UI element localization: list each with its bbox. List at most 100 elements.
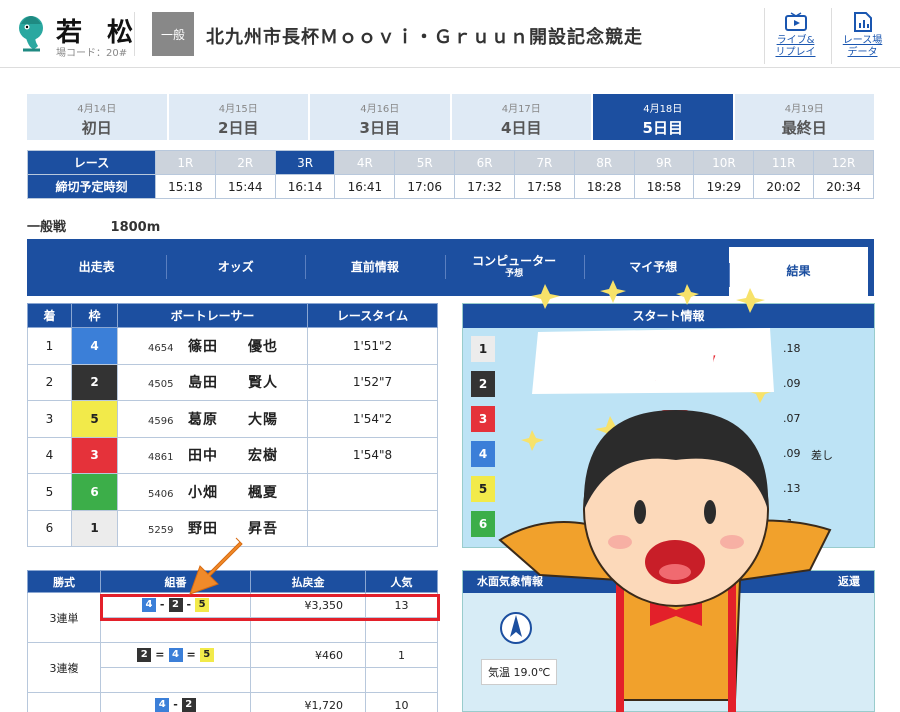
day-tab-1[interactable]: 4月14日初日 bbox=[27, 94, 167, 140]
day-tab-date: 4月19日 bbox=[784, 104, 824, 115]
racer-cell[interactable]: 4861 田中 宏樹 bbox=[117, 436, 308, 474]
start-note: 差し bbox=[811, 449, 833, 462]
results-table: 着 枠 ボートレーサー レースタイム 1 4 4654 篠田 優也 1'51"2 2 2 45… bbox=[27, 303, 438, 547]
race-time bbox=[307, 509, 438, 547]
col-race-time: レースタイム bbox=[307, 303, 438, 328]
nav-tab-label: 直前情報 bbox=[350, 260, 399, 274]
day-tab-4[interactable]: 4月17日 4日目 bbox=[451, 94, 591, 140]
race-title: 北九州市長杯Ｍｏｏｖｉ・Ｇｒｕｕｎ開設記念競走 bbox=[206, 27, 643, 48]
day-tab-2[interactable]: 4月15日 2日目 bbox=[168, 94, 308, 140]
win-highlight-box bbox=[100, 594, 440, 621]
empty-cell bbox=[365, 617, 438, 643]
day-tab-date: 4月15日 bbox=[218, 104, 258, 115]
race-9r-tab[interactable]: 9R bbox=[633, 150, 695, 175]
empty-cell bbox=[250, 617, 366, 643]
header: 若 松 場コード：20# 一般 北九州市長杯Ｍｏｏｖｉ・Ｇｒｕｕｎ開設記念競走 … bbox=[0, 0, 900, 68]
day-tab-5[interactable]: 4月18日 5日目 bbox=[593, 94, 733, 140]
venue-data-button[interactable]: レース場データ bbox=[831, 8, 893, 64]
racer-name: 小畑 楓夏 bbox=[188, 484, 278, 501]
mascot-logo-icon bbox=[19, 16, 43, 52]
combo-frame-chip: 4 bbox=[155, 698, 170, 712]
payout-row: 2連単4-2¥1,72010 bbox=[27, 692, 438, 712]
empty-cell bbox=[100, 667, 251, 693]
racer-registration-number: 4654 bbox=[148, 342, 174, 354]
air-temperature: 気温 19.0℃ bbox=[481, 659, 558, 685]
race-time: 1'54"8 bbox=[307, 436, 438, 474]
race-time: 1'52"7 bbox=[307, 363, 438, 401]
live-replay-label: ライブ&リプレイ bbox=[775, 35, 816, 58]
weather-header: 水面気象情報 返還 bbox=[463, 571, 874, 593]
table-row: 2 2 4505 島田 賢人 1'52"7 bbox=[27, 363, 438, 401]
race-3r-deadline: 16:14 bbox=[274, 174, 336, 199]
col-place: 着 bbox=[27, 303, 72, 328]
race-time: 1'51"2 bbox=[307, 327, 438, 365]
racer-registration-number: 4596 bbox=[148, 415, 174, 427]
race-1r-deadline: 15:18 bbox=[155, 174, 216, 199]
race-5r-tab[interactable]: 5R bbox=[394, 150, 456, 175]
race-2r-deadline: 15:44 bbox=[214, 174, 276, 199]
race-11r-tab[interactable]: 11R bbox=[753, 150, 815, 175]
race-6r-tab[interactable]: 6R bbox=[454, 150, 515, 175]
day-tab-6[interactable]: 4月19日最終日 bbox=[734, 94, 874, 140]
racer-cell[interactable]: 5406 小畑 楓夏 bbox=[117, 473, 308, 511]
table-row: 4 3 4861 田中 宏樹 1'54"8 bbox=[27, 436, 438, 474]
combo-frame-chip: 4 bbox=[168, 648, 183, 662]
race-4r-tab[interactable]: 4R bbox=[334, 150, 396, 175]
race-nav-tabs: 出走表 オッズ 直前情報 コンピューター 予想 マイ予想 結果 bbox=[27, 239, 874, 296]
combo-frame-chip: 2 bbox=[137, 648, 152, 662]
start-lane: 1 bbox=[471, 336, 495, 362]
col-frame: 枠 bbox=[71, 303, 118, 328]
nav-tab-4[interactable]: コンピューター 予想 bbox=[444, 239, 584, 296]
finish-place: 1 bbox=[27, 327, 72, 365]
day-tab-name: 5日目 bbox=[642, 119, 683, 137]
racer-name: 田中 宏樹 bbox=[188, 448, 278, 465]
racer-cell[interactable]: 4596 葛原 大陽 bbox=[117, 400, 308, 438]
frame-number: 6 bbox=[71, 473, 118, 511]
nav-tab-5[interactable]: マイ予想 bbox=[583, 239, 723, 296]
start-row: 6.1 bbox=[471, 511, 869, 537]
start-row: 5.13 bbox=[471, 476, 869, 502]
day-tab-3[interactable]: 4月16日 3日目 bbox=[310, 94, 450, 140]
racer-registration-number: 5406 bbox=[148, 488, 174, 500]
start-timing: .07 bbox=[783, 412, 801, 425]
nav-tab-1[interactable]: 出走表 bbox=[27, 239, 166, 296]
day-tab-date: 4月16日 bbox=[360, 104, 400, 115]
racer-name: 篠田 優也 bbox=[188, 338, 278, 355]
race-8r-tab[interactable]: 8R bbox=[573, 150, 635, 175]
nav-tab-3[interactable]: 直前情報 bbox=[305, 239, 444, 296]
nav-tab-2[interactable]: オッズ bbox=[166, 239, 305, 296]
day-tab-name: 2日目 bbox=[218, 119, 259, 137]
race-grid: レース 1R 2R 3R 4R 5R 6R 7R 8R 9R 10R 11R 12R 締切予定時刻 1… bbox=[27, 150, 874, 199]
day-tab-name: 最終日 bbox=[781, 119, 827, 137]
day-tab-date: 4月14日 bbox=[77, 104, 117, 115]
race-10r-tab[interactable]: 10R bbox=[693, 150, 755, 175]
bet-type: 3連複 bbox=[27, 642, 101, 693]
race-4r-deadline: 16:41 bbox=[334, 174, 396, 199]
race-3r-tab[interactable]: 3R bbox=[274, 150, 336, 175]
jackpot-label: 大当たり bbox=[536, 334, 755, 397]
day-tab-name: 初日 bbox=[81, 119, 112, 137]
combo-separator: = bbox=[155, 648, 165, 661]
race-2r-tab[interactable]: 2R bbox=[214, 150, 276, 175]
start-timing: .1 bbox=[783, 517, 794, 530]
race-distance: 1800m bbox=[110, 220, 161, 235]
race-7r-tab[interactable]: 7R bbox=[513, 150, 575, 175]
nav-tab-sublabel: 予想 bbox=[505, 268, 524, 279]
nav-tab-6[interactable]: 結果 bbox=[728, 247, 869, 296]
payout-amount: ¥460 bbox=[250, 642, 366, 668]
table-row: 3 5 4596 葛原 大陽 1'54"2 bbox=[27, 400, 438, 438]
racer-cell[interactable]: 4505 島田 賢人 bbox=[117, 363, 308, 401]
frame-number: 4 bbox=[71, 327, 118, 365]
live-replay-button[interactable]: ライブ&リプレイ bbox=[764, 8, 826, 64]
race-info: 一般戦 1800m bbox=[27, 216, 160, 235]
race-12r-tab[interactable]: 12R bbox=[813, 150, 874, 175]
combination: 2 = 4 = 5 bbox=[100, 642, 251, 668]
nav-tab-label: オッズ bbox=[217, 260, 254, 274]
frame-number: 5 bbox=[71, 400, 118, 438]
race-type: 一般戦 bbox=[27, 220, 67, 235]
race-1r-tab[interactable]: 1R bbox=[155, 150, 216, 175]
racer-cell[interactable]: 4654 篠田 優也 bbox=[117, 327, 308, 365]
venue-data-label: レース場データ bbox=[842, 35, 883, 58]
finish-place: 3 bbox=[27, 400, 72, 438]
race-6r-deadline: 17:32 bbox=[454, 174, 515, 199]
